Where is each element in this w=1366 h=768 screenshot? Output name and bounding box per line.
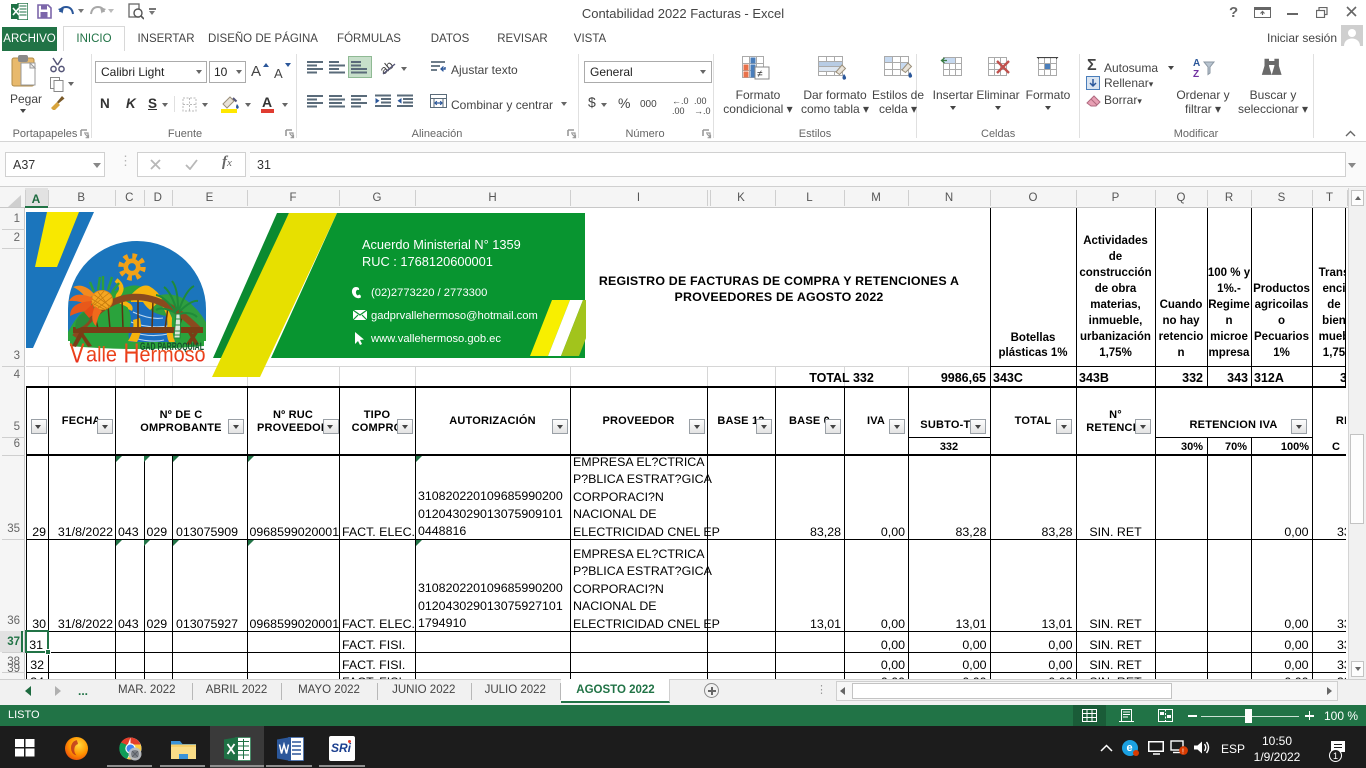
svg-text:!: ! <box>1182 748 1184 755</box>
svg-text:ermoso: ermoso <box>140 343 206 367</box>
svg-text:V: V <box>70 338 85 369</box>
svg-text:Acuerdo Ministerial N° 1359: Acuerdo Ministerial N° 1359 <box>362 237 521 252</box>
svg-text:(02)2773220 / 2773300: (02)2773220 / 2773300 <box>371 287 487 299</box>
svg-text:gadprvallehermoso@hotmail.com: gadprvallehermoso@hotmail.com <box>371 310 538 322</box>
svg-text:www.vallehermoso.gob.ec: www.vallehermoso.gob.ec <box>370 333 501 345</box>
svg-text:RUC : 1768120600001: RUC : 1768120600001 <box>362 254 493 269</box>
svg-text:H: H <box>124 338 140 369</box>
svg-text:alle: alle <box>86 343 117 367</box>
